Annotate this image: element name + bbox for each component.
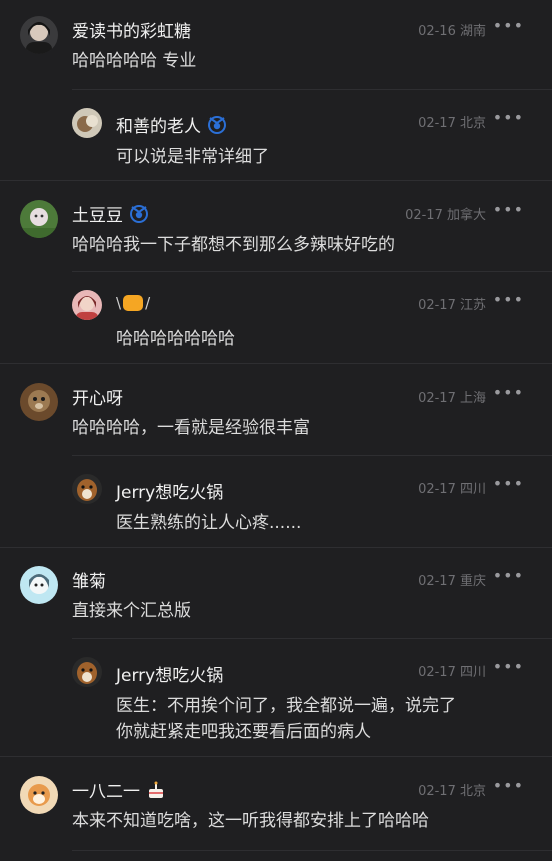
comment-meta: 02-17 四川 [418,661,486,680]
username-text[interactable]: 爱读书的彩虹糖 [72,17,191,42]
username[interactable]: 土豆豆 [72,201,149,226]
username-text[interactable]: 和善的老人 [116,112,201,137]
avatar[interactable] [72,657,102,687]
comment-text: 直接来个汇总版 [72,601,191,621]
comment-meta: 02-16 湖南 [418,20,486,39]
username[interactable]: 雏菊 [72,567,106,592]
avatar[interactable] [72,474,102,504]
username[interactable]: \ / [116,294,156,312]
comment-location: 加拿大 [446,208,486,223]
username[interactable]: 和善的老人 [116,112,227,137]
username-text[interactable]: 土豆豆 [72,201,123,226]
comment-date: 02-17 [418,298,456,313]
divider [0,180,552,181]
more-options-icon[interactable]: ••• [493,18,524,34]
comment-date: 02-17 [418,574,456,589]
username-text[interactable]: Jerry想吃火锅 [116,478,223,503]
avatar[interactable] [20,776,58,814]
comment-feed: 爱读书的彩虹糖 02-16 湖南 ••• 哈哈哈哈哈 专业 和善的老人 02-1… [0,0,552,861]
divider [72,638,552,639]
divider [0,756,552,757]
comment-meta: 02-17 加拿大 [405,204,486,223]
divider [0,363,552,364]
more-options-icon[interactable]: ••• [493,385,524,401]
username-text[interactable]: 雏菊 [72,567,106,592]
comment-text: 哈哈哈哈，一看就是经验很丰富 [72,418,310,438]
more-options-icon[interactable]: ••• [493,476,524,492]
username[interactable]: Jerry想吃火锅 [116,661,223,686]
comment-text: 本来不知道吃啥，这一听我得都安排上了哈哈哈 [72,811,429,831]
avatar[interactable] [20,200,58,238]
username-text[interactable]: Jerry想吃火锅 [116,661,223,686]
cake-emoji-icon [146,780,166,800]
comment-location: 上海 [459,391,486,406]
username[interactable]: 爱读书的彩虹糖 [72,17,191,42]
comment-date: 02-16 [418,24,456,39]
username-text[interactable]: 一八二一 [72,777,140,802]
comment-date: 02-17 [418,665,456,680]
divider [72,455,552,456]
comment-text-line: 医生：不用挨个问了，我全都说一遍，说完了 [116,696,456,716]
avatar[interactable] [20,566,58,604]
comment-location: 四川 [459,482,486,497]
divider [72,850,552,851]
divider [72,271,552,272]
fist-emoji-icon: \ / [116,294,151,312]
verified-badge-icon [207,115,227,135]
comment-meta: 02-17 江苏 [418,294,486,313]
comment-date: 02-17 [418,116,456,131]
comment-date: 02-17 [418,784,456,799]
comment-meta: 02-17 北京 [418,112,486,131]
comment-text: 哈哈哈哈哈哈哈 [116,329,235,349]
comment-date: 02-17 [418,482,456,497]
avatar[interactable] [20,383,58,421]
comment-location: 北京 [459,116,486,131]
more-options-icon[interactable]: ••• [493,110,524,126]
comment-text-line: 你就赶紧走吧我还要看后面的病人 [116,722,371,742]
comment-location: 重庆 [459,574,486,589]
comment-location: 湖南 [459,24,486,39]
comment-text: 哈哈哈哈哈 专业 [72,51,197,71]
comment-meta: 02-17 上海 [418,387,486,406]
username[interactable]: 一八二一 [72,777,166,802]
more-options-icon[interactable]: ••• [493,778,524,794]
comment-text: 哈哈哈我一下子都想不到那么多辣味好吃的 [72,235,395,255]
avatar[interactable] [72,108,102,138]
comment-location: 江苏 [459,298,486,313]
comment-date: 02-17 [418,391,456,406]
divider [0,547,552,548]
comment-text: 医生：不用挨个问了，我全都说一遍，说完了 你就赶紧走吧我还要看后面的病人 [116,693,516,745]
divider [72,89,552,90]
more-options-icon[interactable]: ••• [493,292,524,308]
avatar[interactable] [20,16,58,54]
comment-meta: 02-17 北京 [418,780,486,799]
verified-badge-icon [129,204,149,224]
comment-date: 02-17 [405,208,443,223]
avatar[interactable] [72,290,102,320]
username[interactable]: 开心呀 [72,384,123,409]
more-options-icon[interactable]: ••• [493,568,524,584]
comment-meta: 02-17 重庆 [418,570,486,589]
more-options-icon[interactable]: ••• [493,659,524,675]
comment-text: 医生熟练的让人心疼...... [116,513,302,533]
comment-location: 四川 [459,665,486,680]
username[interactable]: Jerry想吃火锅 [116,478,223,503]
comment-meta: 02-17 四川 [418,478,486,497]
more-options-icon[interactable]: ••• [493,202,524,218]
comment-location: 北京 [459,784,486,799]
comment-text: 可以说是非常详细了 [116,147,269,167]
username-text[interactable]: 开心呀 [72,384,123,409]
